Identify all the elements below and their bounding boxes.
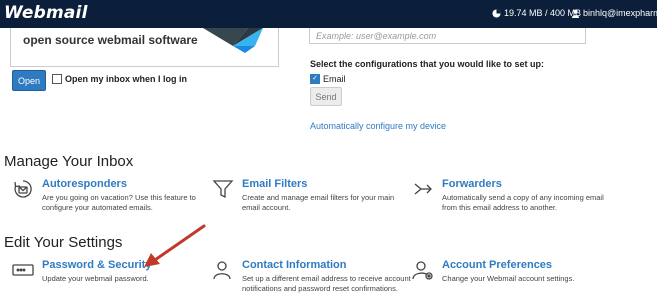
username: binhlq@imexpharm.com — [583, 8, 657, 18]
auto-configure-link[interactable]: Automatically configure my device — [310, 121, 446, 131]
email-filters-link[interactable]: Email Filters — [242, 178, 307, 190]
forward-icon — [414, 183, 432, 195]
autoresponder-icon — [14, 180, 32, 198]
disk-usage: 19.74 MB / 400 MB — [492, 8, 581, 18]
forwarders-link[interactable]: Forwarders — [442, 178, 502, 190]
pie-chart-icon — [492, 8, 501, 18]
autoresponders-desc: Are you going on vacation? Use this feat… — [42, 193, 196, 212]
email-checkbox-row[interactable]: ✓ Email — [310, 74, 346, 84]
contact-icon — [213, 261, 231, 280]
email-input[interactable]: Example: user@example.com — [309, 28, 586, 44]
account-preferences-link[interactable]: Account Preferences — [442, 259, 552, 271]
disk-usage-text: 19.74 MB / 400 MB — [504, 8, 582, 18]
webmail-logo[interactable]: Webmail — [4, 3, 88, 23]
user-icon — [571, 9, 580, 18]
send-button[interactable]: Send — [310, 87, 342, 106]
contact-information-link[interactable]: Contact Information — [242, 259, 347, 271]
autoresponders-link[interactable]: Autoresponders — [42, 178, 127, 190]
config-title: Select the configurations that you would… — [310, 59, 545, 69]
open-inbox-label: Open my inbox when I log in — [65, 74, 188, 84]
annotation-arrow — [144, 224, 206, 267]
header-bar: Webmail 19.74 MB / 400 MB binhlq@imexpha… — [0, 0, 657, 28]
client-logo-art — [203, 28, 263, 53]
account-preferences-icon — [412, 261, 433, 280]
email-filters-desc: Create and manage email filters for your… — [242, 193, 395, 212]
email-checkbox[interactable]: ✓ — [310, 74, 320, 84]
email-checkbox-label: Email — [323, 74, 346, 84]
promo-text: open source webmail software — [23, 33, 198, 47]
password-security-link[interactable]: Password & Security — [42, 259, 151, 271]
password-icon — [12, 264, 34, 276]
open-inbox-checkbox[interactable] — [52, 74, 62, 84]
webmail-client-card: open source webmail software — [10, 28, 279, 67]
open-button[interactable]: Open — [12, 70, 46, 91]
forwarders-desc: Automatically send a copy of any incomin… — [442, 193, 604, 212]
manage-inbox-title: Manage Your Inbox — [4, 153, 134, 170]
password-security-desc: Update your webmail password. — [42, 274, 149, 283]
contact-information-desc: Set up a different email address to rece… — [242, 274, 411, 293]
user-menu[interactable]: binhlq@imexpharm.com — [571, 8, 657, 18]
account-preferences-desc: Change your Webmail account settings. — [442, 274, 575, 283]
filter-icon — [212, 180, 234, 199]
edit-settings-title: Edit Your Settings — [4, 234, 123, 251]
open-inbox-checkbox-row[interactable]: Open my inbox when I log in — [52, 74, 187, 84]
